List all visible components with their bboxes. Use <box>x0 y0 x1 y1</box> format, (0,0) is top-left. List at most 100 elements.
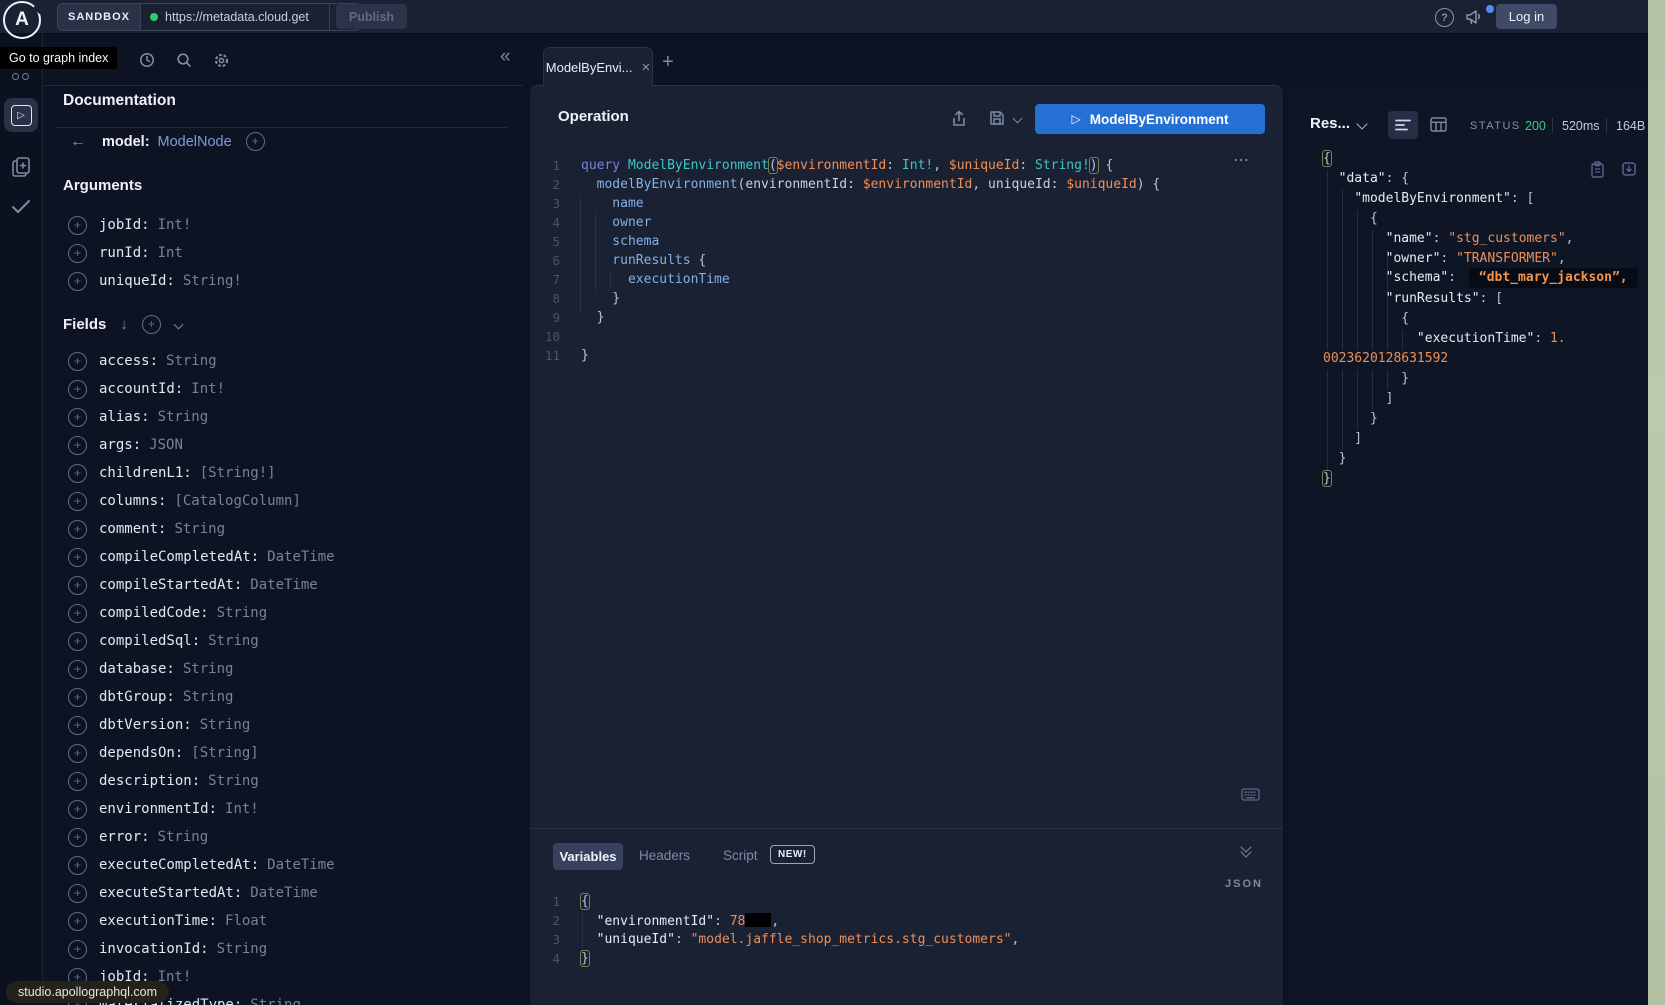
add-field-icon[interactable] <box>68 884 87 903</box>
field-row[interactable]: compileStartedAt: DateTime <box>42 571 523 599</box>
field-row[interactable]: access: String <box>42 347 523 375</box>
search-button[interactable] <box>176 52 192 71</box>
new-tab-button[interactable]: + <box>662 52 674 72</box>
tab-variables[interactable]: Variables <box>553 843 623 870</box>
field-row[interactable]: childrenL1: [String!] <box>42 459 523 487</box>
add-field-icon[interactable] <box>68 436 87 455</box>
add-field-icon[interactable] <box>68 856 87 875</box>
add-field-icon[interactable] <box>68 464 87 483</box>
collapse-panel-button[interactable]: « <box>500 47 511 66</box>
sidebar-item-explorer[interactable]: ▷ <box>4 98 38 132</box>
field-name: environmentId: <box>99 801 217 817</box>
top-bar: SANDBOX https://metadata.cloud.get Publi… <box>0 0 1665 34</box>
add-field-icon[interactable] <box>68 492 87 511</box>
add-field-icon[interactable] <box>246 132 265 151</box>
tab-script[interactable]: Script <box>723 848 758 863</box>
field-row[interactable]: alias: String <box>42 403 523 431</box>
field-row[interactable]: compileCompletedAt: DateTime <box>42 543 523 571</box>
login-button[interactable]: Log in <box>1496 4 1557 29</box>
add-field-icon[interactable] <box>68 828 87 847</box>
add-field-icon[interactable] <box>68 688 87 707</box>
add-field-icon[interactable] <box>68 548 87 567</box>
back-arrow-icon[interactable]: ← <box>70 134 86 150</box>
run-operation-button[interactable]: ▷ ModelByEnvironment <box>1035 104 1265 134</box>
operation-editor[interactable]: 1query ModelByEnvironment($environmentId… <box>530 156 1283 365</box>
line-number: 2 <box>530 913 581 928</box>
operation-more-menu[interactable]: ⋯ <box>1233 150 1250 170</box>
table-view-toggle[interactable] <box>1430 117 1447 135</box>
code-line: { <box>1323 208 1638 228</box>
graph-icon[interactable] <box>12 73 19 80</box>
field-row[interactable]: executeStartedAt: DateTime <box>42 879 523 907</box>
save-icon <box>989 110 1005 126</box>
add-argument-icon[interactable] <box>68 272 87 291</box>
field-row[interactable]: compiledCode: String <box>42 599 523 627</box>
field-row[interactable]: columns: [CatalogColumn] <box>42 487 523 515</box>
add-field-icon[interactable] <box>68 716 87 735</box>
code-line: 11} <box>530 346 1283 365</box>
publish-button[interactable]: Publish <box>336 4 407 29</box>
field-row[interactable]: dbtGroup: String <box>42 683 523 711</box>
argument-row[interactable]: runId: Int <box>42 239 523 267</box>
response-panel-title[interactable]: Res... <box>1310 115 1350 132</box>
sort-descending-icon[interactable]: ↓ <box>120 316 128 333</box>
field-row[interactable]: compiledSql: String <box>42 627 523 655</box>
help-button[interactable]: ? <box>1435 8 1454 27</box>
field-row[interactable]: dbtVersion: String <box>42 711 523 739</box>
field-row[interactable]: accountId: Int! <box>42 375 523 403</box>
collapse-section-button[interactable] <box>1242 846 1250 856</box>
add-field-icon[interactable] <box>68 380 87 399</box>
argument-row[interactable]: jobId: Int! <box>42 211 523 239</box>
sidebar-item-checks[interactable] <box>11 199 31 217</box>
apollo-logo[interactable]: A <box>3 1 41 39</box>
settings-button[interactable] <box>213 52 230 72</box>
add-argument-icon[interactable] <box>68 216 87 235</box>
share-operation-button[interactable] <box>951 110 967 130</box>
save-operation-button[interactable] <box>989 110 1005 129</box>
keyboard-shortcuts-button[interactable] <box>1241 788 1260 804</box>
tab-modelbyenvironment[interactable]: ModelByEnvi... × <box>543 47 653 87</box>
variables-editor[interactable]: 1{2 "environmentId": 78,3 "uniqueId": "m… <box>530 892 1283 968</box>
announcements-button[interactable] <box>1464 7 1484 29</box>
field-name: dependsOn: <box>99 745 183 761</box>
add-field-icon[interactable] <box>68 660 87 679</box>
tab-headers[interactable]: Headers <box>639 848 690 863</box>
field-row[interactable]: comment: String <box>42 515 523 543</box>
code-line: 2 modelByEnvironment(environmentId: $env… <box>530 175 1283 194</box>
field-row[interactable]: description: String <box>42 767 523 795</box>
tab-close-icon[interactable]: × <box>641 60 650 75</box>
add-field-icon[interactable] <box>68 352 87 371</box>
add-field-icon[interactable] <box>68 800 87 819</box>
history-button[interactable] <box>139 52 155 71</box>
field-row[interactable]: dependsOn: [String] <box>42 739 523 767</box>
save-menu-chevron-icon[interactable] <box>1013 114 1023 124</box>
indent-guide <box>582 911 583 949</box>
response-menu-chevron-icon[interactable] <box>1356 118 1367 129</box>
add-field-icon[interactable] <box>68 744 87 763</box>
sidebar-item-operation-collections[interactable] <box>10 155 32 182</box>
field-row[interactable]: executeCompletedAt: DateTime <box>42 851 523 879</box>
argument-row[interactable]: uniqueId: String! <box>42 267 523 295</box>
add-all-fields-icon[interactable] <box>142 315 161 334</box>
formatted-view-toggle[interactable] <box>1388 111 1418 139</box>
field-row[interactable]: database: String <box>42 655 523 683</box>
code-line: 9 } <box>530 308 1283 327</box>
chevron-down-icon[interactable] <box>173 320 183 330</box>
doc-field-type-link[interactable]: ModelNode <box>158 134 232 150</box>
add-field-icon[interactable] <box>68 772 87 791</box>
add-field-icon[interactable] <box>68 632 87 651</box>
field-row[interactable]: invocationId: String <box>42 935 523 963</box>
add-field-icon[interactable] <box>68 408 87 427</box>
field-row[interactable]: error: String <box>42 823 523 851</box>
add-field-icon[interactable] <box>68 576 87 595</box>
add-argument-icon[interactable] <box>68 244 87 263</box>
field-row[interactable]: environmentId: Int! <box>42 795 523 823</box>
field-row[interactable]: executionTime: Float <box>42 907 523 935</box>
add-field-icon[interactable] <box>68 940 87 959</box>
add-field-icon[interactable] <box>68 912 87 931</box>
add-field-icon[interactable] <box>68 604 87 623</box>
field-row[interactable]: args: JSON <box>42 431 523 459</box>
response-body[interactable]: { "data": { "modelByEnvironment": [ { "n… <box>1323 148 1638 488</box>
endpoint-url-input[interactable]: https://metadata.cloud.get <box>141 4 329 30</box>
add-field-icon[interactable] <box>68 520 87 539</box>
